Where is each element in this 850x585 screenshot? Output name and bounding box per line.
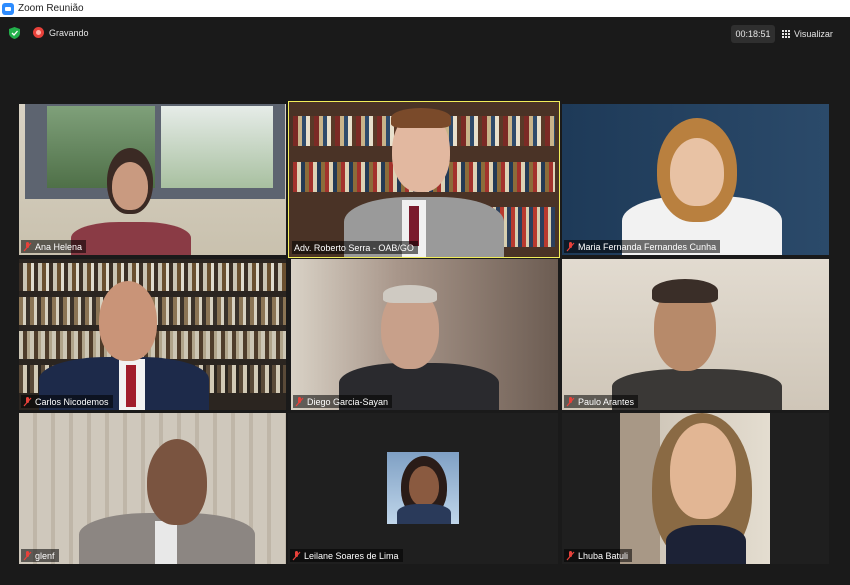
muted-mic-icon bbox=[566, 241, 575, 251]
view-button[interactable]: Visualizar bbox=[781, 25, 843, 43]
participant-name-tag: Carlos Nicodemos bbox=[21, 395, 113, 408]
participant-name-tag: Adv. Roberto Serra - OAB/GO bbox=[292, 241, 418, 254]
participant-name-tag: Lhuba Batuli bbox=[564, 549, 633, 562]
participant-tile[interactable]: glenf bbox=[19, 413, 286, 564]
recording-label: Gravando bbox=[49, 27, 89, 38]
participant-tile[interactable]: Maria Fernanda Fernandes Cunha bbox=[562, 104, 829, 255]
participant-name: Carlos Nicodemos bbox=[35, 396, 109, 407]
participant-name-tag: Leilane Soares de Lima bbox=[290, 549, 403, 562]
muted-mic-icon bbox=[566, 396, 575, 406]
zoom-app-icon bbox=[2, 2, 14, 15]
participant-name: glenf bbox=[35, 550, 55, 561]
participant-tile[interactable]: Paulo Arantes bbox=[562, 259, 829, 410]
participant-name: Lhuba Batuli bbox=[578, 550, 629, 561]
participant-name: Leilane Soares de Lima bbox=[304, 550, 399, 561]
muted-mic-icon bbox=[23, 241, 32, 251]
participant-tile[interactable]: Carlos Nicodemos bbox=[19, 259, 286, 410]
muted-mic-icon bbox=[23, 396, 32, 406]
recording-indicator[interactable]: Gravando bbox=[33, 27, 89, 38]
participant-name: Maria Fernanda Fernandes Cunha bbox=[578, 241, 717, 252]
shield-icon[interactable] bbox=[9, 27, 20, 39]
participant-name: Diego Garcia-Sayan bbox=[307, 396, 389, 407]
participant-name: Ana Helena bbox=[35, 241, 83, 252]
meeting-timer: 00:18:51 bbox=[731, 25, 775, 43]
muted-mic-icon bbox=[566, 550, 575, 560]
participant-name-tag: glenf bbox=[21, 549, 59, 562]
muted-mic-icon bbox=[295, 396, 304, 406]
participant-name-tag: Maria Fernanda Fernandes Cunha bbox=[564, 240, 721, 253]
participant-tile-active-speaker[interactable]: Adv. Roberto Serra - OAB/GO bbox=[288, 101, 560, 258]
participant-tile[interactable]: Lhuba Batuli bbox=[562, 413, 829, 564]
participant-tile[interactable]: Diego Garcia-Sayan bbox=[291, 259, 558, 410]
window-titlebar: Zoom Reunião bbox=[0, 0, 850, 17]
record-icon bbox=[33, 27, 44, 38]
grid-view-icon bbox=[781, 30, 790, 39]
window-title: Zoom Reunião bbox=[18, 3, 84, 14]
meeting-topbar: Gravando 00:18:51 Visualizar bbox=[0, 17, 850, 47]
muted-mic-icon bbox=[292, 550, 301, 560]
participant-name-tag: Paulo Arantes bbox=[564, 395, 639, 408]
participant-name: Paulo Arantes bbox=[578, 396, 635, 407]
bottom-strip bbox=[0, 572, 850, 585]
participant-name-tag: Diego Garcia-Sayan bbox=[293, 395, 393, 408]
avatar bbox=[387, 452, 459, 524]
view-button-label: Visualizar bbox=[794, 29, 833, 39]
participant-name: Adv. Roberto Serra - OAB/GO bbox=[294, 242, 414, 253]
participant-name-tag: Ana Helena bbox=[21, 240, 87, 253]
participant-tile[interactable]: Ana Helena bbox=[19, 104, 286, 255]
muted-mic-icon bbox=[23, 550, 32, 560]
